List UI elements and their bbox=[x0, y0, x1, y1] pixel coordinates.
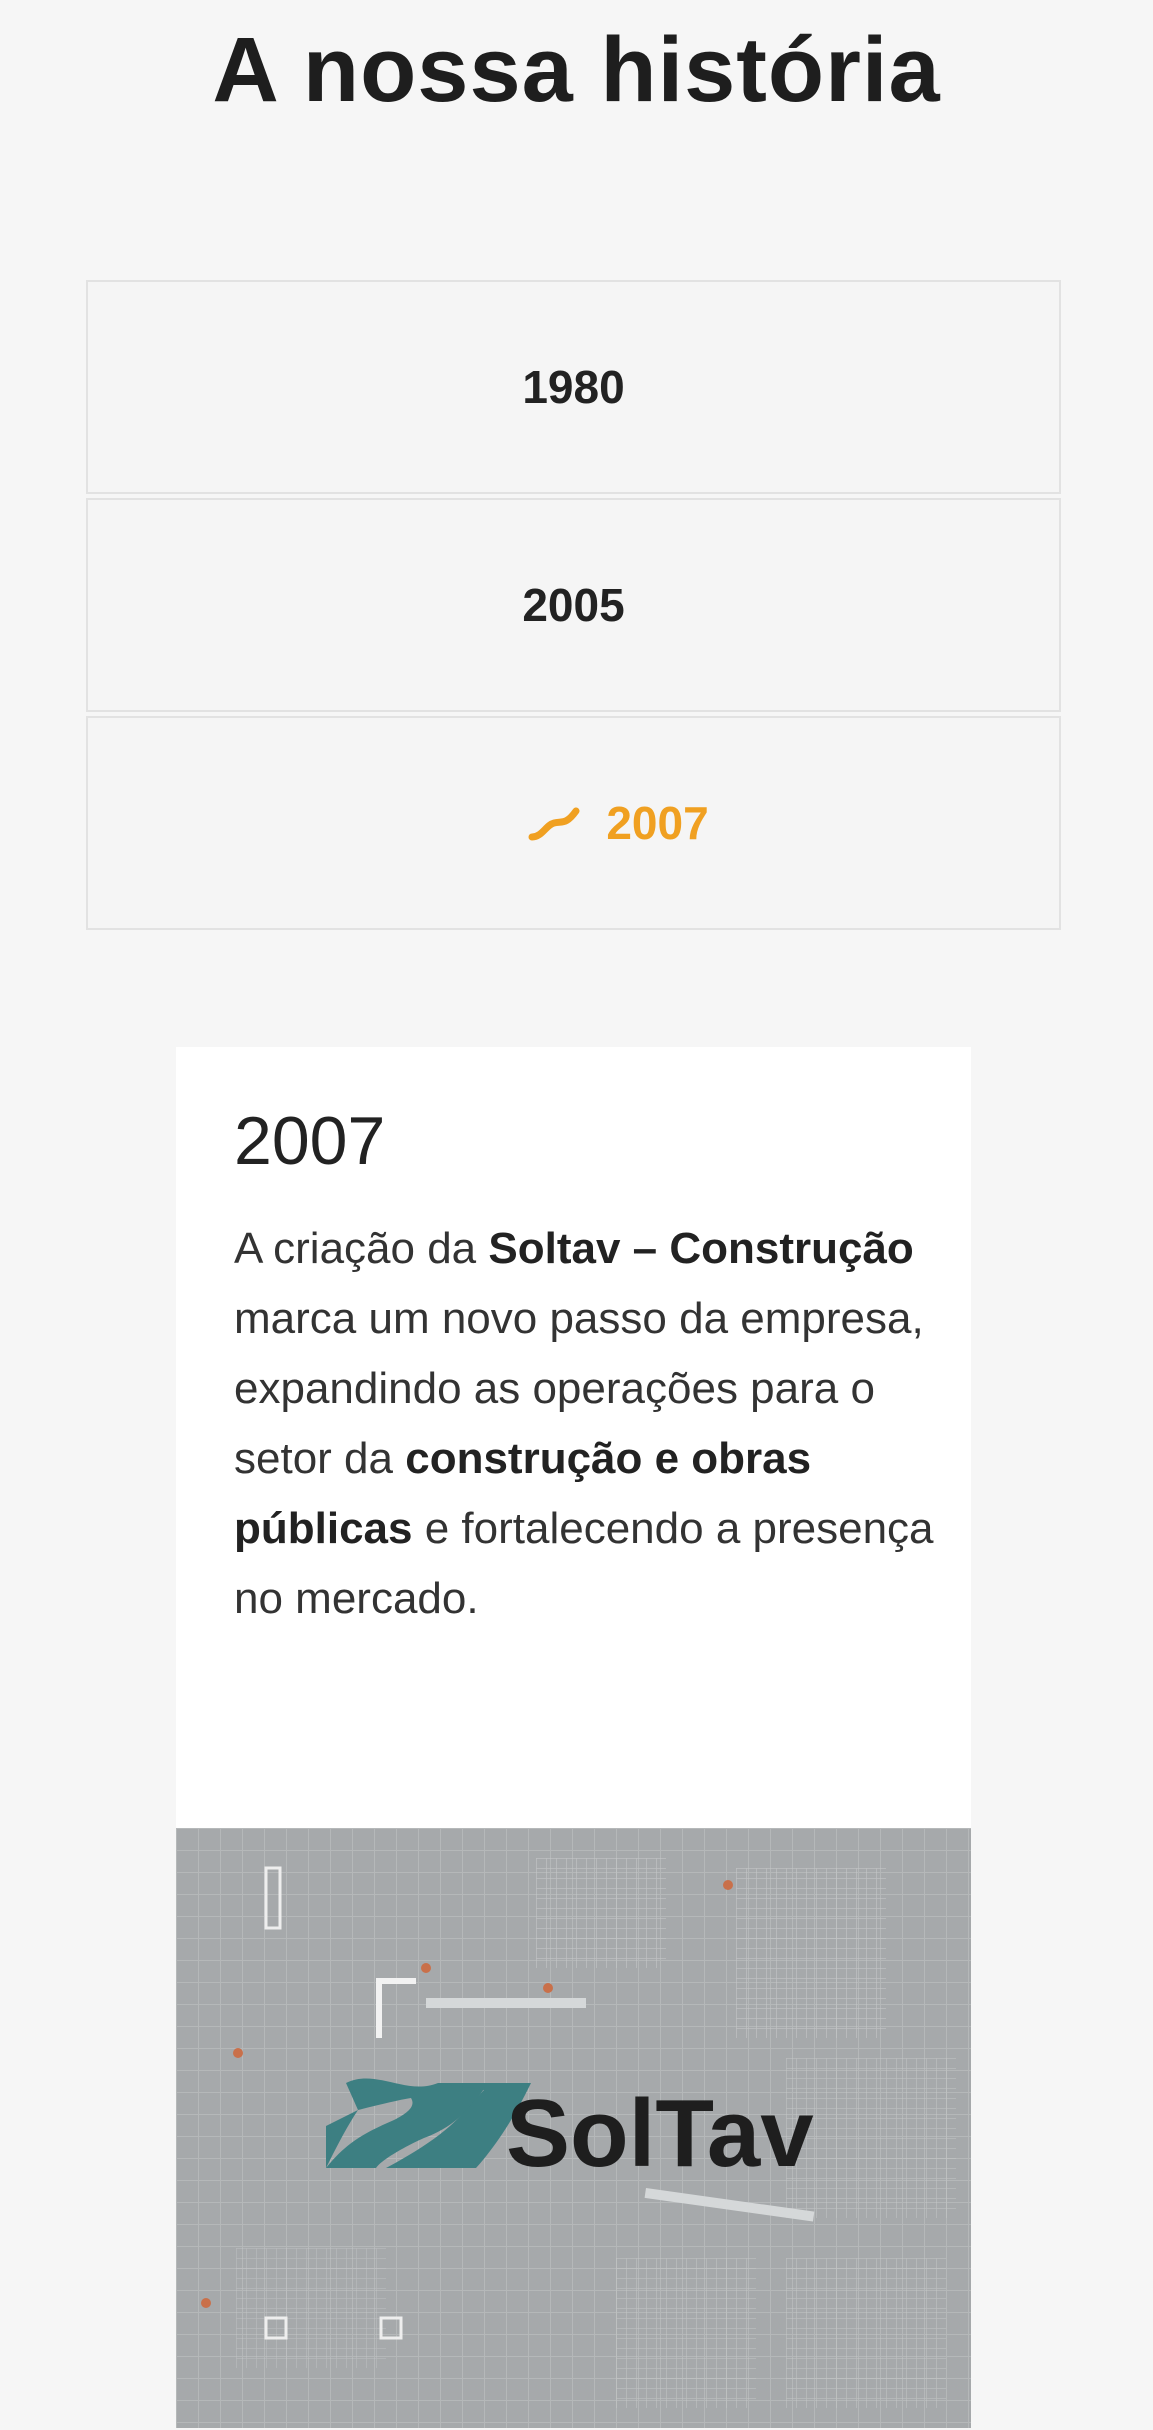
logo-text: SolTav bbox=[506, 2080, 814, 2187]
tab-2005[interactable]: 2005 bbox=[86, 498, 1061, 712]
tab-2007[interactable]: 2007 bbox=[86, 716, 1061, 930]
text-bold-segment: Soltav – Construção bbox=[488, 1224, 914, 1273]
tilde-icon bbox=[528, 807, 580, 841]
card-year: 2007 bbox=[234, 1103, 386, 1179]
timeline-tabs: 1980 2005 2007 bbox=[86, 280, 1061, 934]
text-segment: A criação da bbox=[234, 1224, 489, 1273]
tab-label: 1980 bbox=[522, 361, 625, 413]
history-card: 2007 A criação da Soltav – Construção ma… bbox=[176, 1047, 971, 2428]
tab-label: 2007 bbox=[606, 797, 709, 849]
card-description: A criação da Soltav – Construção marca u… bbox=[234, 1214, 934, 1634]
construction-site-image: SolTav bbox=[176, 1828, 971, 2428]
tab-label: 2005 bbox=[522, 579, 625, 631]
tab-1980[interactable]: 1980 bbox=[86, 280, 1061, 494]
page-title: A nossa história bbox=[212, 19, 941, 121]
